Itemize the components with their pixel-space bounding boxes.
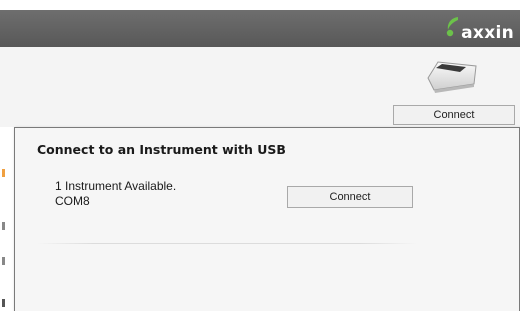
edge-mark [2, 169, 5, 177]
separator [37, 243, 417, 244]
dialog-connect-button[interactable]: Connect [287, 186, 413, 208]
edge-mark [2, 257, 5, 265]
edge-mark [2, 299, 5, 307]
edge-mark [2, 222, 5, 230]
dialog-title: Connect to an Instrument with USB [37, 142, 286, 157]
background-panel-edge [0, 127, 14, 311]
instrument-count-text: 1 Instrument Available. [55, 179, 177, 193]
usb-connect-dialog: Connect to an Instrument with USB 1 Inst… [14, 127, 520, 311]
connect-button[interactable]: Connect [393, 105, 515, 125]
brand-logo: axxin [434, 10, 514, 47]
com-port-label: COM8 [55, 194, 90, 208]
header-bar: axxin [0, 10, 520, 47]
instrument-device-icon [427, 61, 477, 93]
brand-name: axxin [461, 23, 514, 43]
leaf-logo-icon [446, 17, 458, 37]
